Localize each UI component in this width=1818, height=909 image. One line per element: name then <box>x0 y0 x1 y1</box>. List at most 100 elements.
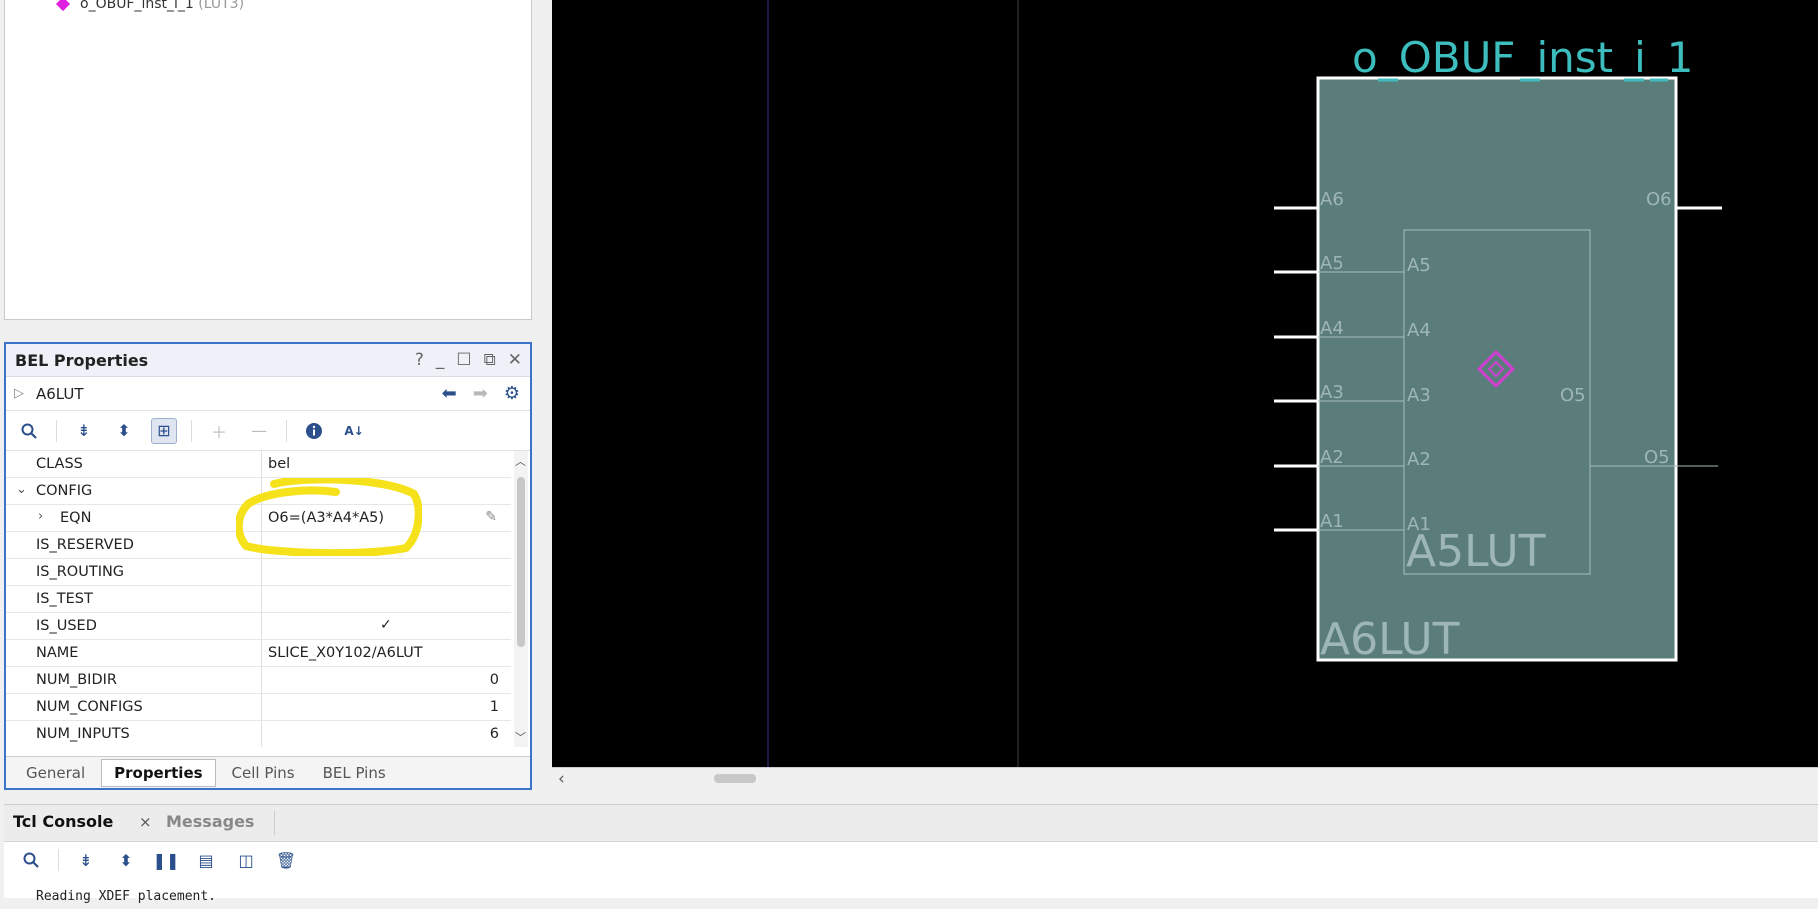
split-icon[interactable]: ◫ <box>233 847 259 873</box>
cell-name-label: o_OBUF_inst_i_1 <box>1352 33 1694 82</box>
property-key: NUM_INPUTS <box>36 726 130 742</box>
property-value: 6 <box>489 726 499 742</box>
toolbar-separator <box>286 419 287 442</box>
expand-all-icon[interactable]: ⬍ <box>113 847 139 873</box>
expand-all-icon[interactable]: ⬍ <box>111 418 137 444</box>
panel-tabs: General Properties Cell Pins BEL Pins <box>6 756 530 788</box>
close-icon[interactable]: ✕ <box>508 350 522 370</box>
tree-item-label: o_OBUF_inst_i_1 <box>80 0 194 12</box>
inner-pin-label-a4: A4 <box>1407 320 1431 341</box>
property-row-is-test[interactable]: IS_TEST <box>6 586 511 613</box>
info-icon[interactable] <box>301 418 327 444</box>
tcl-console-panel: Tcl Console × Messages ⇟ ⬍ ❚❚ ▤ ◫ 🗑 Read… <box>4 804 1818 904</box>
tab-general[interactable]: General <box>14 760 97 786</box>
remove-icon[interactable]: — <box>246 418 272 444</box>
float-icon[interactable]: ⧉ <box>484 350 496 370</box>
property-key: CLASS <box>36 456 83 472</box>
property-key: IS_TEST <box>36 591 93 607</box>
property-row-is-routing[interactable]: IS_ROUTING <box>6 559 511 586</box>
scroll-up-icon[interactable]: ︿ <box>515 453 526 469</box>
pin-label-o5-outer: O5 <box>1644 447 1670 468</box>
hierarchy-icon[interactable]: ⊞ <box>151 417 177 444</box>
add-icon[interactable]: ＋ <box>206 418 232 444</box>
properties-toolbar: ⇟ ⬍ ⊞ ＋ — A↓ <box>6 411 530 451</box>
tab-properties[interactable]: Properties <box>101 758 216 787</box>
inner-pin-label-a2: A2 <box>1407 449 1431 470</box>
highlight-annotation <box>236 478 422 556</box>
sort-icon[interactable]: A↓ <box>341 418 367 444</box>
tab-messages[interactable]: Messages <box>166 812 254 831</box>
toolbar-separator <box>58 849 59 871</box>
pin-label-a2: A2 <box>1320 447 1344 468</box>
property-key: NAME <box>36 645 79 661</box>
pin-label-o6: O6 <box>1646 189 1672 210</box>
property-key: EQN <box>60 510 92 526</box>
inner-pin-label-o5: O5 <box>1560 385 1586 406</box>
property-key: CONFIG <box>36 483 93 499</box>
property-value: bel <box>268 456 291 472</box>
property-value: 1 <box>489 699 499 715</box>
property-row-class[interactable]: CLASS bel <box>6 451 511 478</box>
search-icon[interactable] <box>16 418 42 444</box>
property-row-name[interactable]: NAME SLICE_X0Y102/A6LUT <box>6 640 511 667</box>
a5lut-label: A5LUT <box>1406 526 1546 577</box>
device-view-canvas[interactable]: o_OBUF_inst_i_1 A6 A5 A4 A3 A2 A1 O6 O5 … <box>552 0 1818 767</box>
panel-title-bar: BEL Properties ? _ ☐ ⧉ ✕ <box>6 344 530 377</box>
help-icon[interactable]: ? <box>415 350 424 370</box>
close-icon[interactable]: × <box>139 813 152 831</box>
pin-label-a5: A5 <box>1320 253 1344 274</box>
property-value: 0 <box>489 672 499 688</box>
bel-icon: ▷ <box>14 386 24 401</box>
scroll-down-icon[interactable]: ﹀ <box>515 729 526 745</box>
chevron-right-icon[interactable]: › <box>38 509 43 524</box>
panel-title: BEL Properties <box>15 351 149 370</box>
gear-icon[interactable]: ⚙ <box>504 383 520 404</box>
tab-tcl-console[interactable]: Tcl Console <box>13 812 113 831</box>
maximize-icon[interactable]: ☐ <box>456 350 471 370</box>
tree-item-o-obuf-inst[interactable]: o_OBUF_inst_i_1 (LUT3) <box>55 0 245 12</box>
minimize-icon[interactable]: _ <box>436 350 445 370</box>
a6lut-label: A6LUT <box>1320 614 1460 665</box>
horizontal-scrollbar[interactable]: ‹ <box>552 767 1818 790</box>
back-arrow-icon[interactable]: ⬅ <box>442 383 457 404</box>
checkmark-icon: ✓ <box>380 617 392 633</box>
tab-cell-pins[interactable]: Cell Pins <box>220 760 307 786</box>
delete-icon[interactable]: 🗑 <box>273 847 299 873</box>
console-toolbar: ⇟ ⬍ ❚❚ ▤ ◫ 🗑 <box>4 841 1818 879</box>
property-key: IS_USED <box>36 618 97 634</box>
inner-pin-label-a3: A3 <box>1407 385 1431 406</box>
property-row-is-used[interactable]: IS_USED ✓ <box>6 613 511 640</box>
tab-divider <box>274 811 275 835</box>
property-row-num-inputs[interactable]: NUM_INPUTS 6 <box>6 721 511 747</box>
forward-arrow-icon[interactable]: ➡ <box>473 383 488 404</box>
tab-bel-pins[interactable]: BEL Pins <box>311 760 398 786</box>
lut-cell-icon <box>55 0 71 12</box>
pin-label-a3: A3 <box>1320 382 1344 403</box>
scrollbar-thumb[interactable] <box>517 477 525 647</box>
tree-item-type: (LUT3) <box>198 0 245 12</box>
scroll-left-icon[interactable]: ‹ <box>558 769 565 789</box>
scrollbar-thumb[interactable] <box>714 774 756 783</box>
collapse-all-icon[interactable]: ⇟ <box>73 847 99 873</box>
chevron-down-icon[interactable]: ⌄ <box>16 482 27 497</box>
toolbar-separator <box>56 419 57 442</box>
search-icon[interactable] <box>18 847 44 873</box>
pencil-icon[interactable]: ✎ <box>485 509 497 525</box>
object-name: A6LUT <box>36 385 84 403</box>
property-row-num-configs[interactable]: NUM_CONFIGS 1 <box>6 694 511 721</box>
toolbar-separator <box>191 419 192 442</box>
vertical-scrollbar[interactable]: ︿ ﹀ <box>514 451 528 747</box>
collapse-all-icon[interactable]: ⇟ <box>71 418 97 444</box>
property-key: NUM_BIDIR <box>36 672 117 688</box>
console-output: Reading XDEF placement. <box>36 889 217 904</box>
pin-label-a1: A1 <box>1320 511 1344 532</box>
console-tabs: Tcl Console × Messages <box>4 805 1818 842</box>
bel-properties-panel: BEL Properties ? _ ☐ ⧉ ✕ ▷ A6LUT ⬅ ➡ ⚙ ⇟… <box>4 342 532 790</box>
pause-icon[interactable]: ❚❚ <box>153 847 180 873</box>
property-row-num-bidir[interactable]: NUM_BIDIR 0 <box>6 667 511 694</box>
property-key: IS_RESERVED <box>36 537 134 553</box>
property-value: SLICE_X0Y102/A6LUT <box>268 645 423 661</box>
object-row: ▷ A6LUT ⬅ ➡ ⚙ <box>6 377 530 411</box>
netlist-tree-panel <box>4 0 532 320</box>
copy-icon[interactable]: ▤ <box>193 847 219 873</box>
